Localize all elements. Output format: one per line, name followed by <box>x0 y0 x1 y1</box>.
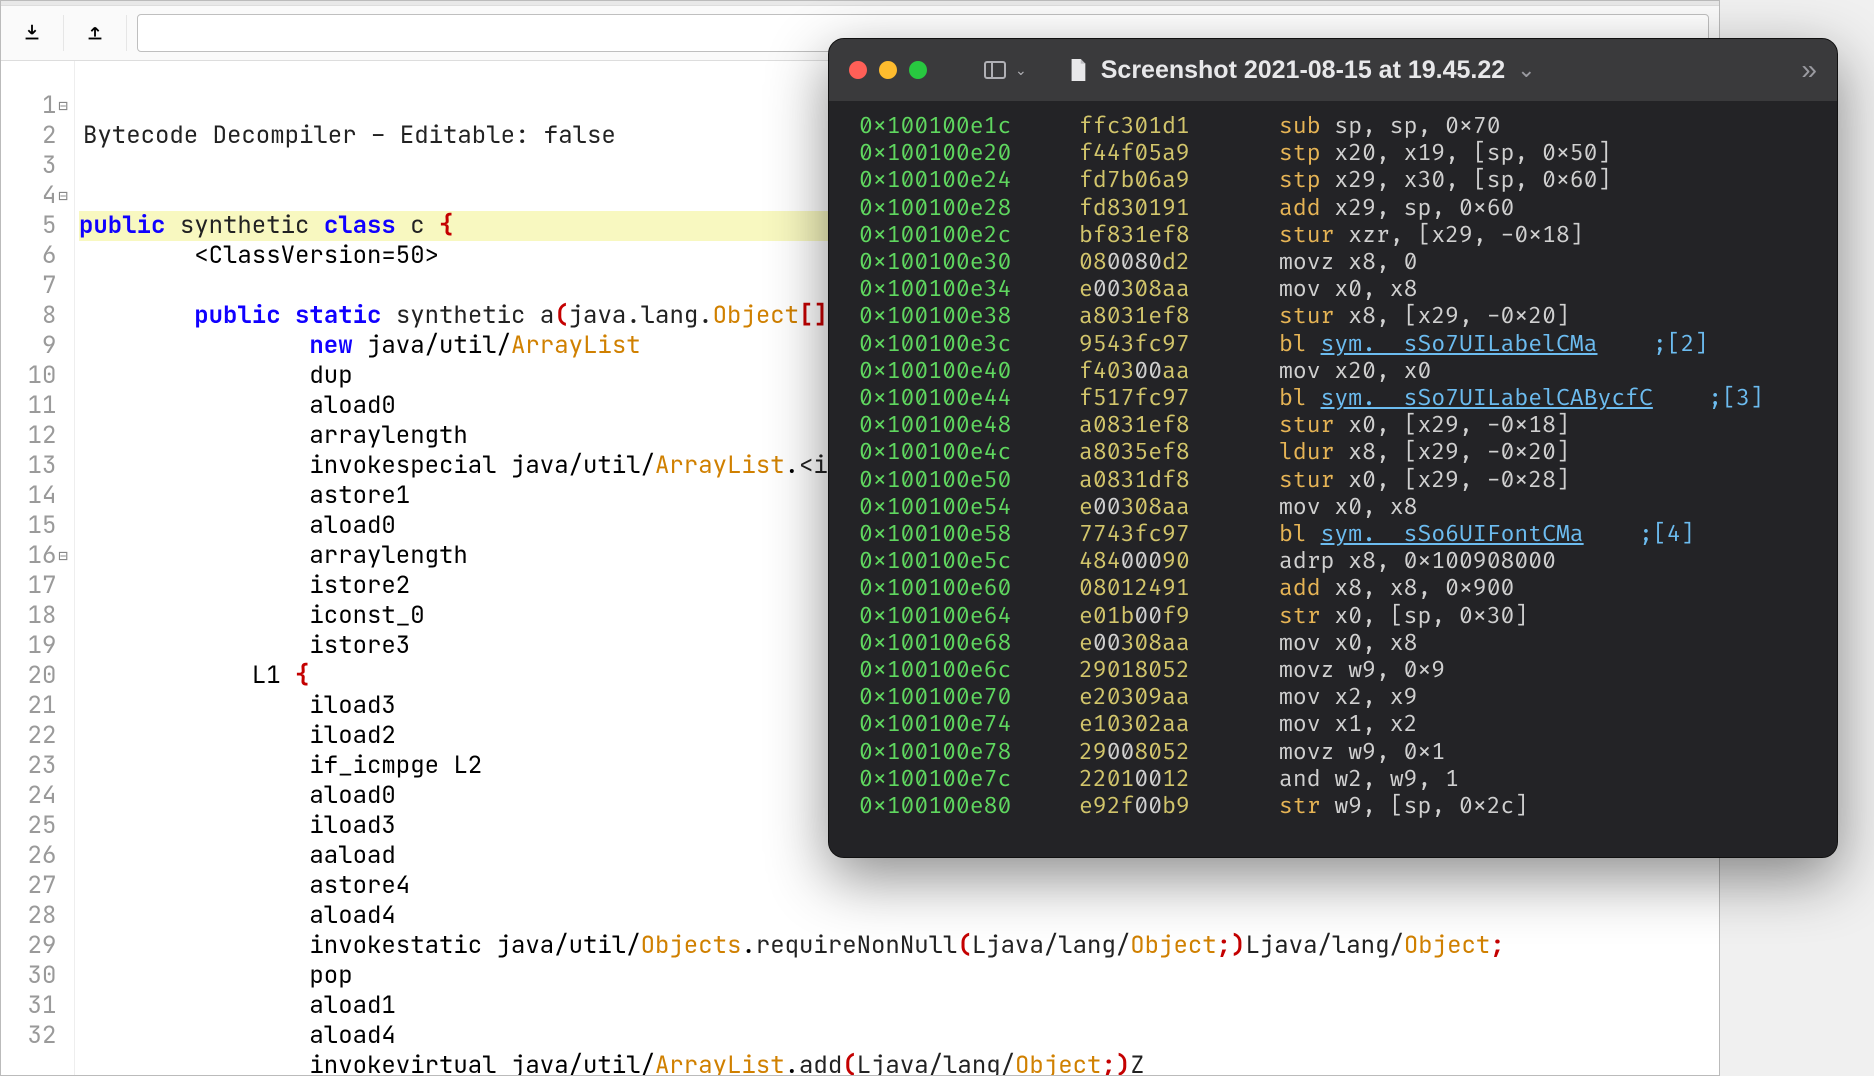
disasm-row: 0x100100e30080080d2movz x8, 0 <box>859 249 1837 276</box>
gutter-line: 29⊟ <box>1 931 68 961</box>
gutter-line: 24⊟ <box>1 781 68 811</box>
upload-icon <box>84 22 106 44</box>
disasm-row: 0x100100e48a0831ef8stur x0, [x29, -0x18] <box>859 412 1837 439</box>
toolbar-separator <box>63 15 64 51</box>
close-window-button[interactable] <box>849 61 867 79</box>
gutter-line: 1⊟ <box>1 91 68 121</box>
disasm-row: 0x100100e5c48400090adrp x8, 0x100908000 <box>859 548 1837 575</box>
disasm-row: 0x100100e80e92f00b9str w9, [sp, 0x2c] <box>859 793 1837 820</box>
gutter-line: 5⊟ <box>1 211 68 241</box>
gutter-line: 9⊟ <box>1 331 68 361</box>
disassembly-body[interactable]: 0x100100e1cffc301d1sub sp, sp, 0x700x100… <box>829 101 1837 857</box>
disasm-row: 0x100100e64e01b00f9str x0, [sp, 0x30] <box>859 603 1837 630</box>
disasm-row: 0x100100e74e10302aamov x1, x2 <box>859 711 1837 738</box>
disasm-row: 0x100100e44f517fc97bl sym.__sSo7UILabelC… <box>859 385 1837 412</box>
gutter-line: 21⊟ <box>1 691 68 721</box>
disasm-row: 0x100100e6c29018052movz w9, 0x9 <box>859 657 1837 684</box>
title-chevron-icon[interactable]: ⌄ <box>1517 57 1535 83</box>
disasm-row: 0x100100e40f40300aamov x20, x0 <box>859 358 1837 385</box>
gutter: 1⊟2⊟3⊟4⊟5⊟6⊟7⊟8⊟9⊟10⊟11⊟12⊟13⊟14⊟15⊟16⊟1… <box>1 61 75 1075</box>
code-line: aload1 <box>79 991 1719 1021</box>
disasm-row: 0x100100e38a8031ef8stur x8, [x29, -0x20] <box>859 303 1837 330</box>
code-line: aload4 <box>79 1021 1719 1051</box>
overflow-button[interactable]: » <box>1801 54 1817 86</box>
download-button[interactable] <box>11 12 53 54</box>
disasm-row: 0x100100e2cbf831ef8stur xzr, [x29, -0x18… <box>859 222 1837 249</box>
code-line: aload4 <box>79 901 1719 931</box>
gutter-line: 17⊟ <box>1 571 68 601</box>
disasm-row: 0x100100e4ca8035ef8ldur x8, [x29, -0x20] <box>859 439 1837 466</box>
document-icon <box>1067 57 1089 83</box>
code-line: pop <box>79 961 1719 991</box>
gutter-line: 4⊟ <box>1 181 68 211</box>
gutter-line: 25⊟ <box>1 811 68 841</box>
disasm-row: 0x100100e68e00308aamov x0, x8 <box>859 630 1837 657</box>
gutter-line: 11⊟ <box>1 391 68 421</box>
gutter-line: 28⊟ <box>1 901 68 931</box>
download-icon <box>21 22 43 44</box>
gutter-line: 20⊟ <box>1 661 68 691</box>
upload-button[interactable] <box>74 12 116 54</box>
disasm-row: 0x100100e7c22010012and w2, w9, 1 <box>859 766 1837 793</box>
code-line: invokevirtual java/util/ArrayList.add(Lj… <box>79 1051 1719 1075</box>
zoom-window-button[interactable] <box>909 61 927 79</box>
chevron-down-icon: ⌄ <box>1015 62 1027 79</box>
disasm-row: 0x100100e24fd7b06a9stp x29, x30, [sp, 0x… <box>859 167 1837 194</box>
gutter-line: 26⊟ <box>1 841 68 871</box>
gutter-line: 3⊟ <box>1 151 68 181</box>
gutter-line: 12⊟ <box>1 421 68 451</box>
gutter-line: 14⊟ <box>1 481 68 511</box>
sidebar-icon <box>983 58 1007 82</box>
titlebar[interactable]: ⌄ Screenshot 2021-08-15 at 19.45.22 ⌄ » <box>829 39 1837 101</box>
disasm-row: 0x100100e34e00308aamov x0, x8 <box>859 276 1837 303</box>
gutter-line: 13⊟ <box>1 451 68 481</box>
gutter-line: 2⊟ <box>1 121 68 151</box>
gutter-line: 7⊟ <box>1 271 68 301</box>
disasm-row: 0x100100e20f44f05a9stp x20, x19, [sp, 0x… <box>859 140 1837 167</box>
window-title-text: Screenshot 2021-08-15 at 19.45.22 <box>1101 56 1505 85</box>
disassembly-window[interactable]: ⌄ Screenshot 2021-08-15 at 19.45.22 ⌄ » … <box>828 38 1838 858</box>
window-traffic-lights <box>849 61 927 79</box>
gutter-line: 23⊟ <box>1 751 68 781</box>
code-line: astore4 <box>79 871 1719 901</box>
gutter-line: 6⊟ <box>1 241 68 271</box>
gutter-line: 8⊟ <box>1 301 68 331</box>
gutter-line: 19⊟ <box>1 631 68 661</box>
window-title: Screenshot 2021-08-15 at 19.45.22 ⌄ <box>1067 56 1536 85</box>
disasm-row: 0x100100e50a0831df8stur x0, [x29, -0x28] <box>859 467 1837 494</box>
minimize-window-button[interactable] <box>879 61 897 79</box>
gutter-line: 16⊟ <box>1 541 68 571</box>
gutter-line: 27⊟ <box>1 871 68 901</box>
desktop-wallpaper-strip <box>1834 0 1874 1076</box>
gutter-line: 32⊟ <box>1 1021 68 1051</box>
sidebar-toggle-button[interactable]: ⌄ <box>983 58 1027 82</box>
disasm-row: 0x100100e54e00308aamov x0, x8 <box>859 494 1837 521</box>
gutter-line: 22⊟ <box>1 721 68 751</box>
gutter-line: 18⊟ <box>1 601 68 631</box>
disasm-row: 0x100100e6008012491add x8, x8, 0x900 <box>859 575 1837 602</box>
disasm-row: 0x100100e1cffc301d1sub sp, sp, 0x70 <box>859 113 1837 140</box>
gutter-line: 15⊟ <box>1 511 68 541</box>
gutter-line: 10⊟ <box>1 361 68 391</box>
disasm-row: 0x100100e587743fc97bl sym.__sSo6UIFontCM… <box>859 521 1837 548</box>
code-line: invokestatic java/util/Objects.requireNo… <box>79 931 1719 961</box>
disasm-row: 0x100100e3c9543fc97bl sym.__sSo7UILabelC… <box>859 331 1837 358</box>
toolbar-separator <box>126 15 127 51</box>
gutter-line: 31⊟ <box>1 991 68 1021</box>
disasm-row: 0x100100e70e20309aamov x2, x9 <box>859 684 1837 711</box>
disasm-row: 0x100100e28fd830191add x29, sp, 0x60 <box>859 195 1837 222</box>
gutter-line: 30⊟ <box>1 961 68 991</box>
disasm-row: 0x100100e7829008052movz w9, 0x1 <box>859 739 1837 766</box>
